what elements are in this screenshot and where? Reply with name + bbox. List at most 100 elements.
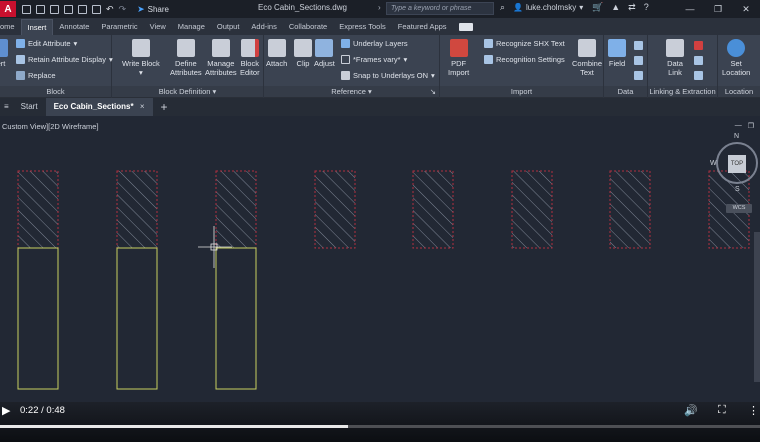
close-icon[interactable]: ✕ [732,0,760,18]
viewcube[interactable]: N W S TOP WCS [708,133,758,213]
table-icon[interactable] [634,41,643,50]
pdf-import-label-1: PDF [451,59,467,68]
more-options-icon[interactable]: ⋮ [748,404,759,417]
hatched-block[interactable] [116,170,158,249]
fullscreen-icon[interactable]: ⛶ [718,404,726,417]
help-icon[interactable]: ? [644,2,649,13]
cube-top-face[interactable]: TOP [728,155,746,173]
drawing-canvas[interactable]: Custom View][2D Wireframe] — ❐ N W S TOP… [0,116,760,402]
compass-north[interactable]: N [734,133,739,140]
pdf-import-button[interactable]: PDF Import [448,39,469,77]
tab-collaborate[interactable]: Collaborate [283,19,333,35]
dialog-launcher-icon[interactable]: ↘ [430,86,436,97]
vertical-scrollbar[interactable] [754,232,760,382]
close-icon[interactable]: × [140,102,145,111]
tab-parametric[interactable]: Parametric [95,19,143,35]
section-outline[interactable] [215,247,257,390]
minimize-icon[interactable]: — [676,0,704,18]
hatched-block[interactable] [314,170,356,249]
menu-icon[interactable]: ≡ [0,98,13,116]
tab-express-tools[interactable]: Express Tools [333,19,392,35]
hatched-block[interactable] [17,170,59,249]
volume-icon[interactable]: 🔊 [684,404,698,417]
panel-title-block-definition[interactable]: Block Definition ▾ [112,86,263,97]
attach-button[interactable]: Attach [266,39,287,68]
tab-insert[interactable]: Insert [20,19,54,35]
hatched-block[interactable] [511,170,553,249]
replace-button[interactable]: Replace [16,71,56,80]
data-link-button[interactable]: Data Link [666,39,684,77]
upload-icon[interactable] [694,71,703,80]
wcs-menu[interactable]: WCS [726,204,752,213]
tab-view[interactable]: View [144,19,172,35]
search-icon[interactable]: ⌕ [500,2,505,13]
exchange-icon[interactable]: ⇄ [628,2,636,13]
edit-attribute-button[interactable]: Edit Attribute ▾ [16,39,77,48]
tab-add-ins[interactable]: Add-ins [245,19,282,35]
retain-attribute-display-button[interactable]: Retain Attribute Display ▾ [16,55,113,64]
video-progress-bar[interactable] [0,425,760,428]
data-link-label-2: Link [668,68,682,77]
undo-icon[interactable]: ↶ [106,4,114,15]
minimize-viewport-icon[interactable]: — [735,122,742,130]
combine-text-button[interactable]: Combine Text [572,39,602,77]
new-file-icon[interactable] [22,4,31,14]
section-outline[interactable] [17,247,59,390]
recognition-settings-button[interactable]: Recognition Settings [484,55,565,64]
ribbon-toggle-icon[interactable] [458,23,473,31]
app-logo[interactable]: A [0,1,16,17]
drawing-svg[interactable] [0,116,760,402]
hatched-block[interactable] [609,170,651,249]
tab-start[interactable]: Start [13,98,46,116]
print-icon[interactable] [92,4,101,14]
hatched-blocks [17,170,750,390]
new-tab-icon[interactable]: + [153,100,176,114]
set-location-button[interactable]: Set Location [722,39,750,77]
adjust-button[interactable]: Adjust [314,39,335,68]
underlay-layers-button[interactable]: Underlay Layers [341,39,408,48]
save-as-icon[interactable] [64,4,73,14]
tab-home[interactable]: ome [0,19,21,35]
hatched-block[interactable] [215,170,257,249]
hatched-block[interactable] [412,170,454,249]
clip-button[interactable]: Clip [294,39,312,68]
block-editor-button[interactable]: Block Editor [240,39,260,77]
compass-south[interactable]: S [735,186,740,193]
save-icon[interactable] [50,4,59,14]
panel-title-reference[interactable]: Reference ▾ ↘ [264,86,439,97]
recognize-shx-button[interactable]: Recognize SHX Text [484,39,565,48]
combine-text-label-2: Text [580,68,594,77]
open-file-icon[interactable] [36,4,45,14]
play-icon[interactable]: ▶ [2,404,10,417]
restore-icon[interactable]: ❐ [704,0,732,18]
tab-annotate[interactable]: Annotate [53,19,95,35]
field-button[interactable]: Field [608,39,626,68]
ole-object-icon[interactable] [634,71,643,80]
user-menu[interactable]: 👤 luke.cholmsky ▾ [513,3,583,12]
viewport-label[interactable]: Custom View][2D Wireframe] [2,122,99,131]
cart-icon[interactable]: 🛒 [592,2,603,13]
compass-west[interactable]: W [710,160,717,167]
define-attributes-button[interactable]: Define Attributes [170,39,202,77]
snap-underlays-dropdown[interactable]: Snap to Underlays ON ▾ [341,71,435,80]
download-icon[interactable] [694,56,703,65]
autocad-window: A ↶ ↷ ➤ Share Eco Cabin_Sections.dwg › T… [0,0,760,442]
insert-button[interactable]: ert [0,39,8,68]
update-fields-icon[interactable] [634,56,643,65]
tab-output[interactable]: Output [211,19,246,35]
extract-data-icon[interactable] [694,41,703,50]
manage-attributes-button[interactable]: Manage Attributes [205,39,237,77]
maximize-viewport-icon[interactable]: ❐ [748,122,754,130]
tab-manage[interactable]: Manage [172,19,211,35]
autodesk-icon[interactable]: ▲ [611,2,620,13]
tab-eco-cabin-sections[interactable]: Eco Cabin_Sections* × [45,98,153,116]
write-block-button[interactable]: Write Block ▾ [122,39,160,77]
section-outline[interactable] [116,247,158,390]
search-input[interactable]: Type a keyword or phrase [386,2,494,15]
tab-featured-apps[interactable]: Featured Apps [392,19,453,35]
upload-icon[interactable] [78,4,87,14]
redo-icon[interactable]: ↷ [119,4,127,15]
chevron-right-icon[interactable]: › [378,3,381,12]
frames-vary-dropdown[interactable]: *Frames vary* ▾ [341,55,407,64]
share-button[interactable]: ➤ Share [137,4,169,15]
